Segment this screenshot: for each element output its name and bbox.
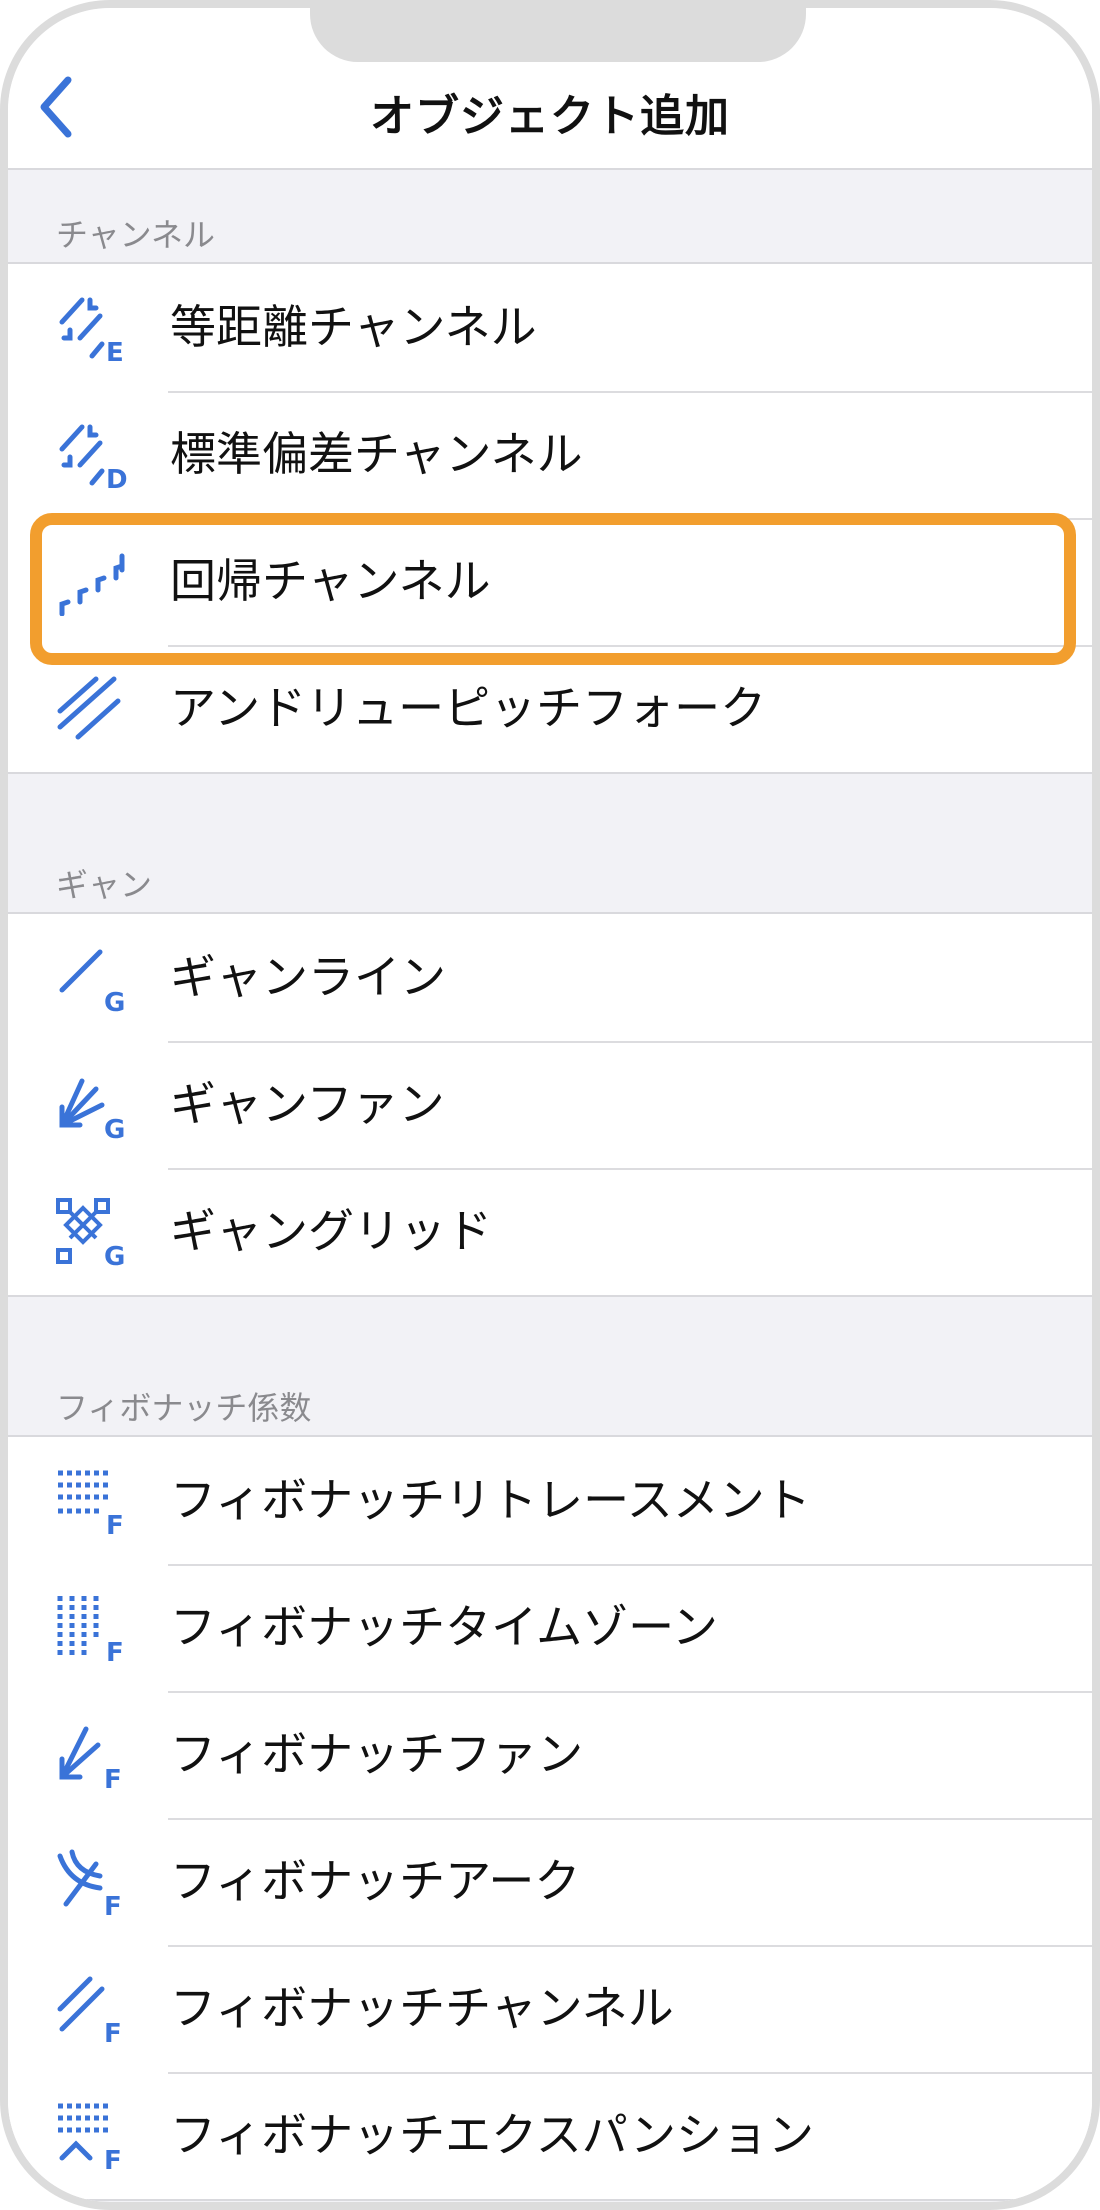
- list-item-fibo-retracement[interactable]: F フィボナッチリトレースメント: [8, 1437, 1092, 1564]
- item-label: フィボナッチエクスパンション: [170, 2108, 814, 2162]
- std-deviation-channel-icon: D: [59, 424, 128, 489]
- device-notch: [310, 8, 806, 62]
- phone-frame: オブジェクト追加 チャンネル E 等距離チャンネル D 標準偏差チャンネル 回帰…: [0, 0, 1100, 2210]
- svg-text:F: F: [104, 2019, 122, 2043]
- list-item-gann-line[interactable]: G ギャンライン: [8, 914, 1092, 1041]
- group-fibonacci: F フィボナッチリトレースメント F フィボナッチタイムゾーン F フィボナッチ…: [8, 1435, 1092, 2201]
- svg-text:F: F: [106, 1511, 124, 1535]
- group-channels: E 等距離チャンネル D 標準偏差チャンネル 回帰チャンネル アンドリューピッチ…: [8, 262, 1092, 774]
- item-label: フィボナッチリトレースメント: [170, 1473, 811, 1527]
- section-gap: [8, 774, 1092, 820]
- section-gap: [8, 1297, 1092, 1343]
- page-title: オブジェクト追加: [370, 91, 730, 142]
- group-gann: G ギャンライン G ギャンファン G ギャングリッド: [8, 912, 1092, 1297]
- svg-text:F: F: [104, 2146, 122, 2170]
- equidistant-channel-icon: E: [59, 297, 124, 362]
- svg-text:G: G: [104, 1242, 125, 1266]
- svg-text:F: F: [106, 1638, 124, 1662]
- item-label: ギャンファン: [170, 1077, 445, 1131]
- regression-channel-icon: [59, 553, 125, 616]
- svg-text:F: F: [104, 1892, 122, 1916]
- item-label: フィボナッチアーク: [170, 1854, 581, 1908]
- gann-fan-icon: G: [59, 1078, 125, 1139]
- item-label: アンドリューピッチフォーク: [170, 681, 767, 735]
- item-label: ギャンライン: [170, 950, 446, 1004]
- svg-text:G: G: [104, 988, 125, 1012]
- section-header-gann: ギャン: [8, 820, 1092, 912]
- gann-line-icon: G: [59, 949, 125, 1012]
- item-label: 等距離チャンネル: [170, 300, 537, 354]
- list-item-andrews-pitchfork[interactable]: アンドリューピッチフォーク: [8, 645, 1092, 772]
- svg-text:F: F: [104, 1765, 122, 1789]
- svg-text:G: G: [104, 1115, 125, 1139]
- fibo-retracement-icon: F: [58, 1470, 124, 1535]
- list-item-fibo-channel[interactable]: F フィボナッチチャンネル: [8, 1945, 1092, 2072]
- list-item-std-deviation-channel[interactable]: D 標準偏差チャンネル: [8, 391, 1092, 518]
- item-label: 標準偏差チャンネル: [170, 427, 583, 481]
- list-item-gann-fan[interactable]: G ギャンファン: [8, 1041, 1092, 1168]
- list-item-fibo-timezones[interactable]: F フィボナッチタイムゾーン: [8, 1564, 1092, 1691]
- list-item-gann-grid[interactable]: G ギャングリッド: [8, 1168, 1092, 1295]
- list-item-fibo-expansion[interactable]: F フィボナッチエクスパンション: [8, 2072, 1092, 2199]
- list-item-fibo-fan[interactable]: F フィボナッチファン: [8, 1691, 1092, 1818]
- object-list: チャンネル E 等距離チャンネル D 標準偏差チャンネル 回帰チャンネル アンド…: [8, 170, 1092, 2201]
- item-label: フィボナッチチャンネル: [170, 1981, 674, 2035]
- item-label: フィボナッチタイムゾーン: [170, 1600, 718, 1654]
- list-item-regression-channel[interactable]: 回帰チャンネル: [8, 518, 1092, 645]
- item-label: ギャングリッド: [170, 1204, 492, 1258]
- fibo-fan-icon: F: [59, 1726, 122, 1789]
- section-header-channels: チャンネル: [8, 170, 1092, 262]
- andrews-pitchfork-icon: [57, 676, 121, 740]
- fibo-timezones-icon: F: [57, 1596, 124, 1662]
- item-label: フィボナッチファン: [170, 1727, 584, 1781]
- svg-text:E: E: [106, 338, 124, 362]
- fibo-expansion-icon: F: [58, 2103, 122, 2170]
- list-item-fibo-arc[interactable]: F フィボナッチアーク: [8, 1818, 1092, 1945]
- fibo-channel-icon: F: [57, 1976, 122, 2043]
- svg-text:D: D: [106, 465, 128, 489]
- item-label: 回帰チャンネル: [170, 554, 491, 608]
- section-header-fibonacci: フィボナッチ係数: [8, 1343, 1092, 1435]
- list-item-equidistant-channel[interactable]: E 等距離チャンネル: [8, 264, 1092, 391]
- gann-grid-icon: G: [56, 1198, 125, 1266]
- fibo-arc-icon: F: [57, 1849, 122, 1916]
